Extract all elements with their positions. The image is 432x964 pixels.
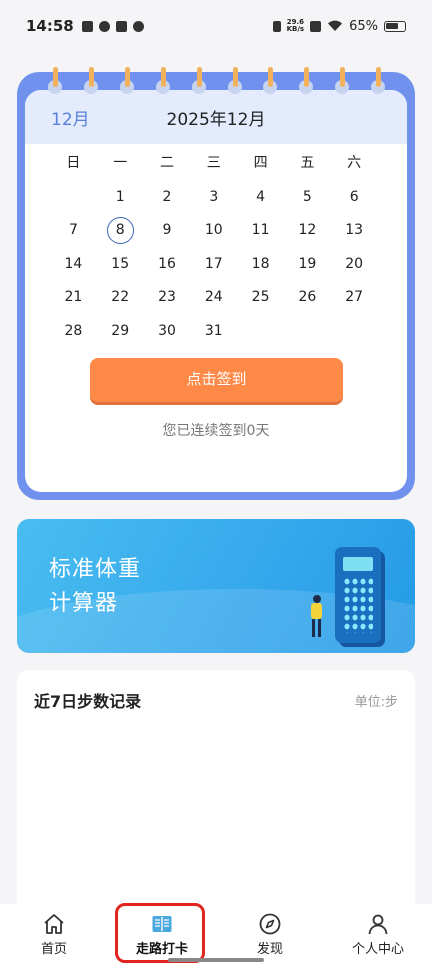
steps-record-title: 近7日步数记录 [34,692,142,711]
calendar-day[interactable]: 15 [97,256,144,272]
calendar-week-row: 123456 [25,180,407,214]
calendar-day[interactable]: 5 [284,189,331,205]
calculator-screen [343,557,373,571]
weekday-label: 五 [300,155,315,171]
weekday-label: 四 [253,155,268,171]
calendar-week-row: 7 8 9 10 11 12 13 [25,214,407,248]
calendar-day[interactable]: 7 [50,222,97,238]
calculator-keys [343,577,373,633]
calendar-day[interactable]: 6 [331,189,378,205]
weekday-label: 日 [66,155,81,171]
bmi-calculator-banner[interactable]: 标准体重 计算器 [17,519,415,653]
tab-profile[interactable]: 个人中心 [324,904,432,964]
person-head [313,595,321,603]
tab-discover[interactable]: 发现 [216,904,324,964]
person-legs [312,619,321,637]
calendar-day[interactable]: 22 [97,289,144,305]
calendar-day[interactable]: 25 [237,289,284,305]
home-icon [44,914,64,934]
calendar-day[interactable]: 2 [144,189,191,205]
bottom-tab-bar: 首页 走路打卡 发现 个人中心 [0,904,432,964]
video-app-icon [81,20,93,32]
calendar-card: 12月 2025年12月 日 一 二 三 四 五 六 1 2 3 4 5 6 7 8 9 10 11… [25,90,407,492]
book-icon [152,916,172,932]
steps-unit-label: 单位:步 [354,695,398,710]
calendar-day[interactable]: 30 [144,323,191,339]
sync-app-icon [98,20,110,32]
calendar-day[interactable]: 19 [284,256,331,272]
calendar-month-label: 12月 [51,109,90,130]
status-bar: 14:58 29.6 KB/s 65% [0,0,432,52]
weekday-label: 二 [159,155,174,171]
tab-label: 首页 [40,942,67,957]
calendar-day[interactable]: 20 [331,256,378,272]
weekday-label: 三 [206,155,221,171]
calendar-week-row: 14 15 16 17 18 19 20 [25,247,407,281]
tab-home[interactable]: 首页 [0,904,108,964]
calendar-header: 12月 2025年12月 [25,90,407,144]
wifi-icon [328,20,343,31]
banner-title: 标准体重 计算器 [49,553,141,621]
status-right: 29.6 KB/s 65% [272,18,406,34]
calendar-day[interactable]: 3 [190,189,237,205]
calculator-illustration [335,547,381,643]
steps-record-card: 近7日步数记录 单位:步 [17,670,415,930]
calendar-day[interactable]: 9 [144,222,191,238]
calendar-day[interactable]: 1 [97,189,144,205]
calendar-day-today[interactable]: 8 [97,216,144,244]
calendar-today-marker: 8 [106,216,134,244]
person-body [311,603,322,619]
calendar-day[interactable]: 21 [50,289,97,305]
calendar-day[interactable]: 12 [284,222,331,238]
tab-label: 个人中心 [351,942,404,957]
home-indicator [168,958,264,962]
battery-percent: 65% [349,18,378,34]
notification-icons [81,20,144,32]
calendar-day[interactable]: 11 [237,222,284,238]
weekday-label: 一 [113,155,128,171]
checkin-streak-text: 您已连续签到0天 [162,423,270,439]
vibrate-icon [272,20,281,32]
calendar-week-row: 21 22 23 24 25 26 27 [25,281,407,315]
calendar-week-row: 28 29 30 31 [25,314,407,348]
calendar-day[interactable]: 29 [97,323,144,339]
wechat-icon [132,20,144,32]
weekday-label: 六 [347,155,362,171]
calendar-day[interactable]: 14 [50,256,97,272]
mail-icon [115,20,127,32]
battery-icon [384,20,406,32]
network-speed: 29.6 KB/s [287,19,304,33]
banner-title-line2: 计算器 [49,591,119,616]
tab-walk-checkin[interactable]: 走路打卡 [108,904,216,964]
calendar-day[interactable]: 23 [144,289,191,305]
network-speed-unit: KB/s [286,25,305,33]
checkin-button[interactable]: 点击签到 [90,358,343,402]
calendar-day[interactable]: 24 [190,289,237,305]
calendar-day[interactable]: 10 [190,222,237,238]
calendar-day[interactable]: 27 [331,289,378,305]
weekday-row: 日 一 二 三 四 五 六 [25,152,407,174]
calendar-day[interactable]: 17 [190,256,237,272]
calendar-day[interactable]: 26 [284,289,331,305]
calendar-day[interactable]: 16 [144,256,191,272]
calendar-grid: 1 2 3 4 5 6 7 8 9 10 11 12 13 14 15 16 17 18 19 20 21 22 23 24 2… [25,180,407,348]
calendar-day[interactable]: 28 [50,323,97,339]
calendar-day[interactable]: 18 [237,256,284,272]
tab-label: 走路打卡 [135,942,188,957]
calendar-day[interactable]: 4 [237,189,284,205]
compass-icon [259,913,281,935]
status-time: 14:58 [26,17,74,35]
calendar-day[interactable]: 31 [190,323,237,339]
calendar-day[interactable]: 13 [331,222,378,238]
no-sim-icon [310,20,322,32]
banner-title-line1: 标准体重 [49,557,142,582]
tab-label: 发现 [256,942,283,957]
person-icon [368,914,388,935]
